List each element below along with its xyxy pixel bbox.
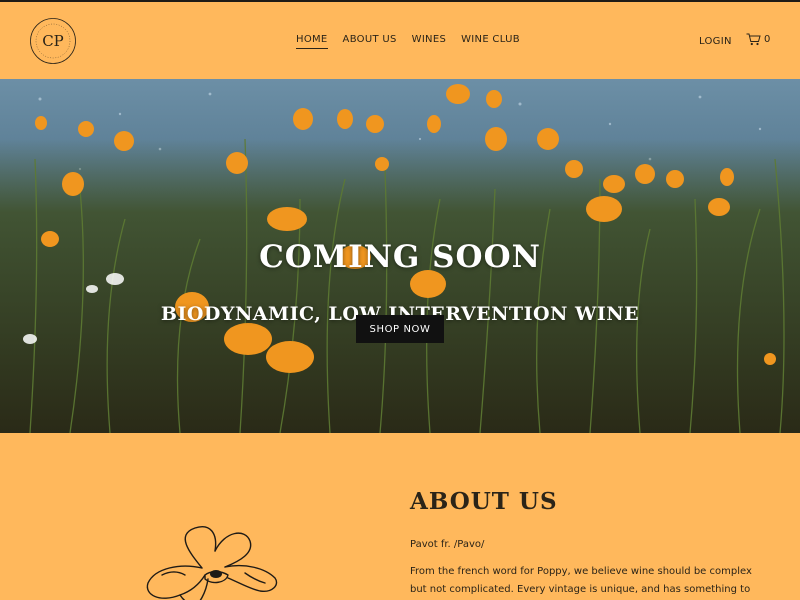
nav-item-about-us[interactable]: ABOUT US	[343, 34, 397, 49]
nav-item-wine-club[interactable]: WINE CLUB	[461, 34, 520, 49]
about-section: ABOUT US Pavot fr. /Pavo/ From the frenc…	[0, 433, 800, 600]
about-body-text: From the french word for Poppy, we belie…	[410, 566, 752, 595]
poppy-illustration	[146, 526, 278, 600]
about-title: ABOUT US	[410, 488, 558, 515]
cart-button[interactable]: 0	[746, 33, 770, 46]
site-header: CP HOME ABOUT US WINES WINE CLUB LOGIN 0	[0, 2, 800, 79]
about-subtitle: Pavot fr. /Pavo/	[410, 539, 485, 550]
logo-text: CP	[42, 32, 64, 50]
login-link[interactable]: LOGIN	[699, 36, 732, 47]
shop-now-button[interactable]: SHOP NOW	[356, 315, 444, 343]
hero-title: COMING SOON	[259, 239, 541, 275]
hero-section: COMING SOON BIODYNAMIC, LOW INTERVENTION…	[0, 79, 800, 433]
cart-count: 0	[764, 34, 771, 45]
nav-item-home[interactable]: HOME	[296, 34, 328, 49]
logo[interactable]: CP	[29, 17, 77, 65]
cart-icon	[746, 33, 761, 46]
main-nav: HOME ABOUT US WINES WINE CLUB	[296, 34, 520, 49]
nav-item-wines[interactable]: WINES	[412, 34, 446, 49]
